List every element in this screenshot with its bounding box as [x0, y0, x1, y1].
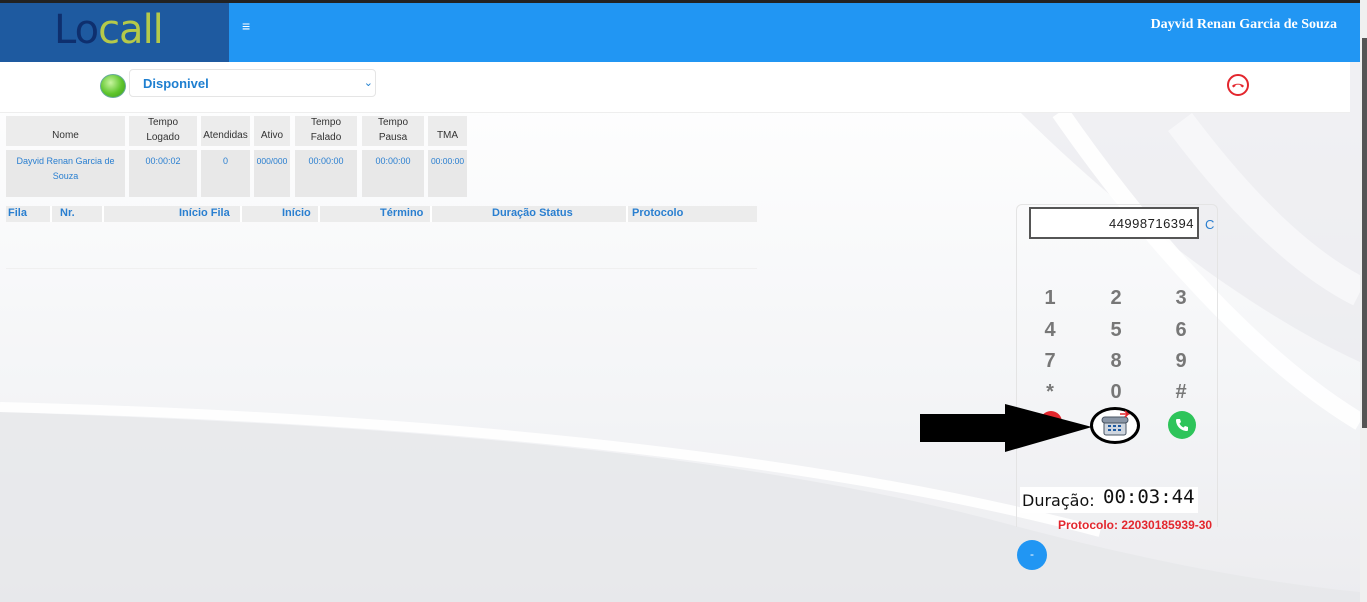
queue-table-header: Fila Nr. Início Fila Início Término Dura…	[6, 206, 757, 222]
stats-header-text: Logado	[146, 131, 180, 143]
stats-value-tma: 00:00:00	[428, 150, 467, 197]
phone-icon	[1176, 419, 1188, 431]
status-indicator-icon	[100, 74, 126, 98]
queue-table-body	[6, 222, 757, 269]
hamburger-menu-icon[interactable]: ≡	[242, 18, 250, 34]
column-separator	[50, 206, 52, 222]
dialpad-key-5[interactable]: 5	[1101, 319, 1131, 342]
stats-header-text: Tempo	[377, 116, 408, 128]
stats-value-ativo: 000/000	[254, 150, 290, 197]
dial-number-input[interactable]: 44998716394	[1029, 207, 1199, 239]
user-name[interactable]: Dayvid Renan Garcia de Souza	[1151, 17, 1337, 33]
stats-header-text: Tempo	[147, 116, 178, 128]
stats-header-tma: TMA	[428, 116, 467, 146]
stats-value-tempo-pausa: 00:00:00	[362, 150, 424, 197]
queue-col-inicio: Início	[282, 207, 311, 219]
logo-call: call	[98, 7, 164, 53]
dialpad-key-2[interactable]: 2	[1101, 287, 1131, 310]
dialpad-key-7[interactable]: 7	[1035, 350, 1065, 373]
top-bar: Locall ≡ Dayvid Renan Garcia de Souza	[0, 0, 1360, 62]
stats-header-text: Pausa	[378, 131, 408, 143]
stats-header-tempo-pausa: Tempo Pausa	[362, 116, 424, 146]
stats-header-tempo-falado: Tempo Falado	[295, 116, 357, 146]
stats-value-nome: Dayvid Renan Garcia de Souza	[6, 150, 125, 197]
dialpad-key-8[interactable]: 8	[1101, 350, 1131, 373]
dialpad-key-1[interactable]: 1	[1035, 287, 1065, 310]
protocol-text: Protocolo: 22030185939-30	[1058, 518, 1213, 532]
duration-label: Duração:	[1022, 491, 1095, 510]
stats-header-text: TMA	[436, 130, 459, 141]
queue-col-fila: Fila	[8, 207, 27, 219]
stats-value-atendidas: 0	[201, 150, 250, 197]
call-button[interactable]	[1168, 411, 1196, 439]
logo[interactable]: Locall	[0, 3, 229, 62]
queue-col-nr: Nr.	[60, 207, 75, 219]
stats-header-ativo: Ativo	[254, 116, 290, 146]
stats-header-text: Ativo	[260, 130, 284, 141]
column-separator	[626, 206, 628, 222]
annotation-arrow	[920, 404, 1092, 452]
stats-header-text: Tempo	[310, 116, 341, 128]
stats-header-nome: Nome	[6, 116, 125, 146]
transfer-phone-icon[interactable]	[1098, 410, 1132, 440]
chevron-down-icon: ⌄	[363, 77, 373, 89]
stats-header-atendidas: Atendidas	[201, 116, 250, 146]
status-select[interactable]: Disponivel ⌄	[129, 69, 376, 97]
logo-lo: Lo	[54, 7, 99, 53]
logo-text: Locall	[54, 5, 164, 55]
column-separator	[102, 206, 104, 222]
stats-header-tempo-logado: Tempo Logado	[129, 116, 197, 146]
column-separator	[318, 206, 320, 222]
stats-value-tempo-logado: 00:00:02	[129, 150, 197, 197]
dialpad-key-6[interactable]: 6	[1166, 319, 1196, 342]
stats-header-text: Atendidas	[203, 130, 248, 141]
hangup-icon[interactable]	[1227, 74, 1249, 96]
status-label: Disponivel	[143, 76, 209, 91]
stats-header-text: Nome	[52, 130, 79, 141]
hangup-glyph	[1232, 83, 1244, 88]
duration-value: 00:03:44	[1103, 486, 1195, 508]
column-separator	[240, 206, 242, 222]
dialpad-key-4[interactable]: 4	[1035, 319, 1065, 342]
clear-button[interactable]: C	[1205, 217, 1214, 232]
queue-col-inicio-fila: Início Fila	[179, 207, 230, 219]
dialpad-key-hash[interactable]: #	[1166, 381, 1196, 404]
dialpad-key-3[interactable]: 3	[1166, 287, 1196, 310]
dialpad-key-0[interactable]: 0	[1101, 381, 1131, 404]
scrollbar-thumb[interactable]	[1362, 38, 1367, 428]
stats-header-text: Falado	[310, 131, 342, 143]
dialpad-key-9[interactable]: 9	[1166, 350, 1196, 373]
minimize-button[interactable]: -	[1017, 540, 1047, 570]
queue-col-duracao-status: Duração Status	[492, 207, 573, 219]
queue-col-termino: Término	[380, 207, 424, 219]
stats-value-tempo-falado: 00:00:00	[295, 150, 357, 197]
queue-col-protocolo: Protocolo	[632, 207, 684, 219]
column-separator	[430, 206, 432, 222]
